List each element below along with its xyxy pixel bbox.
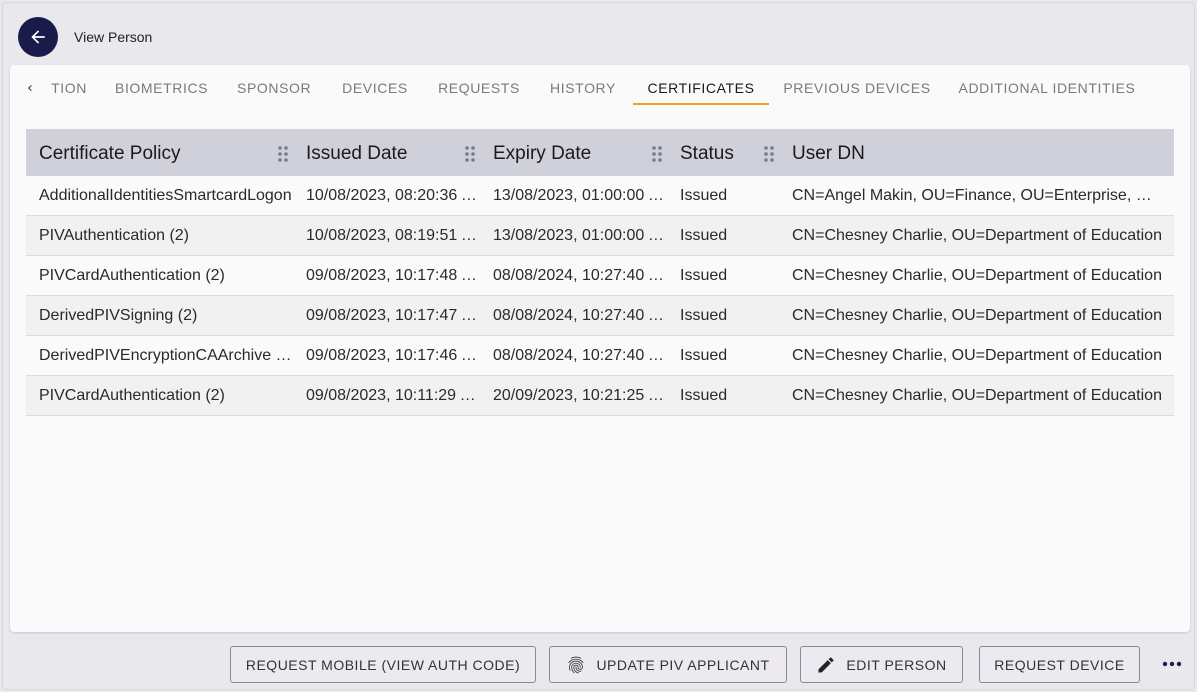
request-mobile-button[interactable]: REQUEST MOBILE (VIEW AUTH CODE) [230,646,536,683]
update-piv-applicant-label: UPDATE PIV APPLICANT [596,656,770,673]
tab-identification[interactable]: TION [48,65,90,105]
tab-requests[interactable]: REQUESTS [438,65,520,105]
drag-handle-icon [764,146,774,162]
cell-certificate-policy: DerivedPIVSigning (2) [39,307,198,324]
fingerprint-icon [568,656,584,673]
certificates-table: Certificate Policy Issued Date Expiry Da… [26,129,1174,416]
update-piv-applicant-button[interactable]: UPDATE PIV APPLICANT [549,646,787,683]
table-row[interactable]: DerivedPIVSigning (2) 09/08/2023, 10:17:… [26,296,1174,336]
cell-user-dn: CN=Angel Makin, OU=Finance, OU=Enterpris… [792,187,1164,204]
tab-additional-identities[interactable]: ADDITIONAL IDENTITIES [958,65,1136,105]
request-mobile-label: REQUEST MOBILE (VIEW AUTH CODE) [245,656,521,673]
drag-handle-icon [278,146,288,162]
tab-previous-devices[interactable]: PREVIOUS DEVICES [783,65,931,105]
active-tab-indicator [633,103,769,105]
cell-issued-date: 09/08/2023, 10:17:47 AM [306,307,480,324]
column-header-expiry-date[interactable]: Expiry Date [493,129,667,176]
cell-certificate-policy: PIVAuthentication (2) [39,227,190,244]
cell-expiry-date: 08/08/2024, 10:27:40 AM [493,267,667,284]
column-drag-handle[interactable] [652,146,662,162]
cell-issued-date: 09/08/2023, 10:11:29 AM [306,387,480,404]
cell-user-dn: CN=Chesney Charlie, OU=Department of Edu… [792,227,1162,244]
table-row[interactable]: PIVCardAuthentication (2) 09/08/2023, 10… [26,376,1174,416]
tab-sponsor[interactable]: SPONSOR [237,65,311,105]
cell-issued-date: 10/08/2023, 08:19:51 AM [306,227,480,244]
cell-expiry-date: 08/08/2024, 10:27:40 AM [493,347,667,364]
pencil-icon [818,656,834,672]
tab-scroll-left-button[interactable] [22,78,38,98]
table-row[interactable]: DerivedPIVEncryptionCAArchive (2) 09/08/… [26,336,1174,376]
column-header-user-dn[interactable]: User DN [792,129,1164,176]
cell-status: Issued [680,307,728,324]
tab-certificates[interactable]: CERTIFICATES [633,65,769,105]
table-row[interactable]: PIVAuthentication (2) 10/08/2023, 08:19:… [26,216,1174,256]
cell-status: Issued [680,227,728,244]
column-header-issued-date[interactable]: Issued Date [306,129,480,176]
cell-expiry-date: 13/08/2023, 01:00:00 AM [493,187,667,204]
drag-handle-icon [465,146,475,162]
cell-issued-date: 09/08/2023, 10:17:48 AM [306,267,480,284]
column-drag-handle[interactable] [465,146,475,162]
edit-person-label: EDIT PERSON [846,656,947,673]
cell-issued-date: 10/08/2023, 08:20:36 AM [306,187,480,204]
cell-expiry-date: 20/09/2023, 10:21:25 AM [493,387,667,404]
cell-status: Issued [680,267,728,284]
cell-user-dn: CN=Chesney Charlie, OU=Department of Edu… [792,387,1162,404]
cell-status: Issued [680,387,728,404]
cell-expiry-date: 08/08/2024, 10:27:40 AM [493,307,667,324]
cell-status: Issued [680,187,728,204]
cell-certificate-policy: DerivedPIVEncryptionCAArchive (2) [39,347,295,364]
column-drag-handle[interactable] [764,146,774,162]
request-device-label: REQUEST DEVICE [994,656,1125,673]
cell-certificate-policy: AdditionalIdentitiesSmartcardLogon [39,187,292,204]
more-actions-button[interactable] [1161,655,1183,673]
table-row[interactable]: AdditionalIdentitiesSmartcardLogon 10/08… [26,176,1174,216]
cell-status: Issued [680,347,728,364]
cell-user-dn: CN=Chesney Charlie, OU=Department of Edu… [792,267,1162,284]
cell-user-dn: CN=Chesney Charlie, OU=Department of Edu… [792,307,1162,324]
cell-issued-date: 09/08/2023, 10:17:46 AM [306,347,480,364]
cell-certificate-policy: PIVCardAuthentication (2) [39,267,225,284]
table-header: Certificate Policy Issued Date Expiry Da… [26,129,1174,176]
tab-bar: TION BIOMETRICS SPONSOR DEVICES REQUESTS… [10,65,1190,111]
tab-biometrics[interactable]: BIOMETRICS [115,65,208,105]
arrow-left-icon [31,30,45,44]
cell-certificate-policy: PIVCardAuthentication (2) [39,387,225,404]
column-header-certificate-policy[interactable]: Certificate Policy [39,129,295,176]
column-header-status[interactable]: Status [680,129,770,176]
back-button[interactable] [18,17,58,57]
page-title: View Person [74,29,153,45]
table-row[interactable]: PIVCardAuthentication (2) 09/08/2023, 10… [26,256,1174,296]
column-drag-handle[interactable] [278,146,288,162]
request-device-button[interactable]: REQUEST DEVICE [979,646,1140,683]
content-card: TION BIOMETRICS SPONSOR DEVICES REQUESTS… [10,65,1190,632]
tab-devices[interactable]: DEVICES [342,65,408,105]
drag-handle-icon [652,146,662,162]
cell-user-dn: CN=Chesney Charlie, OU=Department of Edu… [792,347,1162,364]
app-frame: View Person TION BIOMETRICS SPONSOR DEVI… [2,2,1195,690]
tab-history[interactable]: HISTORY [550,65,616,105]
edit-person-button[interactable]: EDIT PERSON [800,646,963,683]
more-horizontal-icon [1162,661,1182,667]
chevron-left-icon [28,85,32,91]
cell-expiry-date: 13/08/2023, 01:00:00 AM [493,227,667,244]
